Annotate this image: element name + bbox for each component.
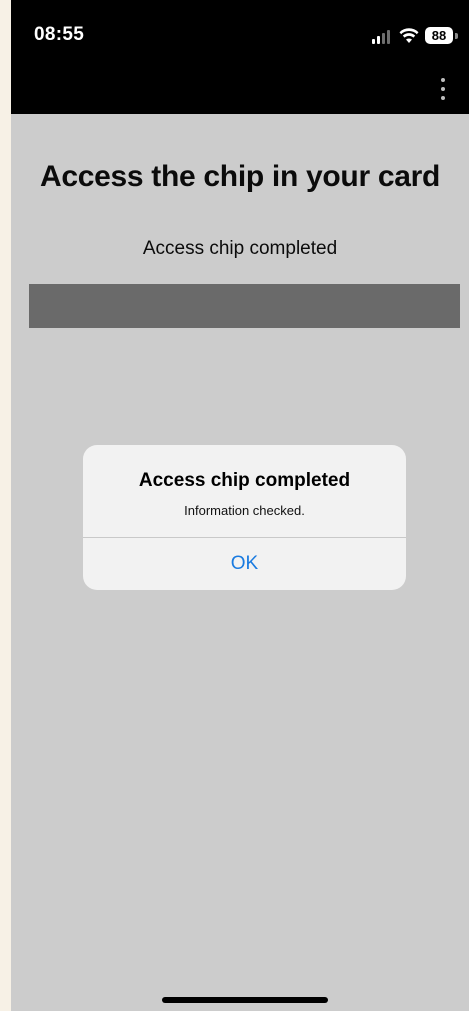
phone-screen: 08:55 88 Access the chip in your card Ac… (11, 0, 469, 1011)
alert-dialog: Access chip completed Information checke… (83, 445, 406, 590)
chip-status-text: Access chip completed (142, 238, 338, 259)
battery-icon: 88 (425, 27, 458, 44)
alert-title: Access chip completed (138, 470, 351, 491)
chip-progress-bar (29, 284, 460, 328)
page-title: Access the chip in your card (39, 160, 441, 193)
battery-level: 88 (425, 27, 453, 44)
ok-button[interactable]: OK (83, 538, 406, 590)
wifi-icon (399, 28, 419, 43)
app-bar (11, 68, 469, 114)
status-time: 08:55 (34, 24, 85, 45)
cellular-signal-icon (372, 30, 392, 44)
more-vertical-icon[interactable] (439, 78, 447, 102)
progress-fill (29, 284, 460, 328)
status-bar: 08:55 88 (11, 0, 469, 68)
alert-message: Information checked. (184, 503, 305, 518)
home-indicator[interactable] (162, 997, 328, 1003)
